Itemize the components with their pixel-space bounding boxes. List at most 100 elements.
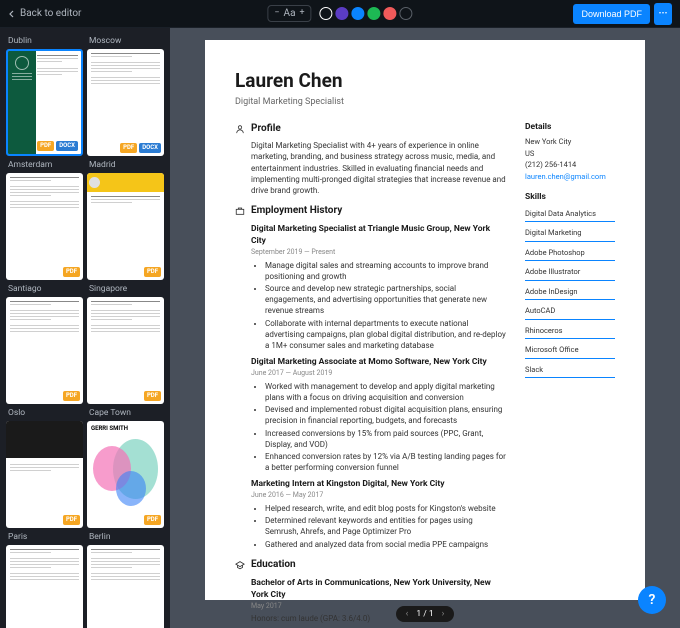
briefcase-icon — [235, 206, 245, 216]
more-actions-button[interactable]: ··· — [654, 3, 672, 25]
template-label: Oslo — [6, 408, 83, 418]
education-dates: May 2017 — [251, 602, 507, 612]
section-title-education: Education — [251, 558, 296, 572]
pdf-badge: PDF — [120, 143, 137, 153]
job-bullet: Increased conversions by 15% from paid s… — [265, 428, 507, 450]
job-bullet: Helped research, write, and edit blog po… — [265, 503, 507, 514]
detail-city: New York City — [525, 137, 615, 148]
job-dates: June 2017 — August 2019 — [251, 369, 507, 379]
color-swatch-red[interactable] — [384, 7, 397, 20]
template-label: Cape Town — [87, 408, 164, 418]
pdf-badge: PDF — [63, 391, 80, 401]
detail-country: US — [525, 149, 615, 160]
download-pdf-button[interactable]: Download PDF — [573, 4, 650, 24]
skill-item: Adobe Photoshop — [525, 248, 615, 262]
skills-header: Skills — [525, 192, 615, 204]
help-button[interactable]: ? — [638, 586, 666, 614]
template-label: Madrid — [87, 160, 164, 170]
pdf-badge: PDF — [144, 391, 161, 401]
resume-title: Digital Marketing Specialist — [235, 96, 615, 109]
back-label: Back to editor — [20, 8, 81, 19]
skill-item: Rhinoceros — [525, 326, 615, 340]
job-bullet: Devised and implemented robust digital a… — [265, 404, 507, 426]
pager-prev-button[interactable]: ‹ — [406, 609, 409, 619]
font-size-label: Aa — [284, 8, 296, 19]
template-label: Singapore — [87, 284, 164, 294]
docx-badge: DOCX — [139, 143, 161, 153]
template-label: Amsterdam — [6, 160, 83, 170]
preview-area[interactable]: Lauren Chen Digital Marketing Specialist… — [170, 28, 680, 628]
job-dates: September 2019 — Present — [251, 248, 507, 258]
section-title-profile: Profile — [251, 122, 281, 136]
pdf-badge: PDF — [63, 267, 80, 277]
chevron-left-icon — [8, 10, 16, 18]
job-title: Marketing Intern at Kingston Digital, Ne… — [251, 479, 507, 491]
pager: ‹ 1 / 1 › — [396, 606, 455, 622]
color-swatch-green[interactable] — [368, 7, 381, 20]
details-header: Details — [525, 122, 615, 134]
pager-text: 1 / 1 — [416, 609, 433, 619]
pdf-badge: PDF — [37, 141, 54, 151]
job-bullet: Enhanced conversion rates by 12% via A/B… — [265, 451, 507, 473]
color-swatch-white[interactable] — [320, 7, 333, 20]
job-bullet: Collaborate with internal departments to… — [265, 318, 507, 352]
template-thumb-berlin[interactable]: PDF — [87, 545, 164, 628]
docx-badge: DOCX — [56, 141, 78, 151]
pager-next-button[interactable]: › — [442, 609, 445, 619]
pdf-badge: PDF — [63, 515, 80, 525]
font-size-control: − Aa + — [267, 5, 311, 22]
template-thumb-paris[interactable]: PDF — [6, 545, 83, 628]
detail-email: lauren.chen@gmail.com — [525, 172, 615, 183]
topbar: Back to editor − Aa + Download PDF ··· — [0, 0, 680, 28]
topbar-center: − Aa + — [267, 5, 412, 22]
resume-page: Lauren Chen Digital Marketing Specialist… — [205, 40, 645, 600]
skill-item: AutoCAD — [525, 306, 615, 320]
skill-item: Digital Marketing — [525, 228, 615, 242]
skill-item: Adobe InDesign — [525, 287, 615, 301]
job-bullets: Manage digital sales and streaming accou… — [265, 260, 507, 352]
color-swatch-custom[interactable] — [400, 7, 413, 20]
template-thumb-amsterdam[interactable]: PDF — [6, 173, 83, 280]
job-bullets: Worked with management to develop and ap… — [265, 381, 507, 474]
template-thumb-singapore[interactable]: PDF — [87, 297, 164, 404]
job-title: Digital Marketing Specialist at Triangle… — [251, 224, 507, 248]
font-minus-button[interactable]: − — [274, 9, 279, 18]
pdf-badge: PDF — [144, 267, 161, 277]
font-plus-button[interactable]: + — [300, 9, 305, 18]
job-bullet: Worked with management to develop and ap… — [265, 381, 507, 403]
detail-phone: (212) 256-1414 — [525, 160, 615, 171]
job-bullet: Manage digital sales and streaming accou… — [265, 260, 507, 282]
template-label: Berlin — [87, 532, 164, 542]
back-to-editor-link[interactable]: Back to editor — [8, 8, 81, 19]
template-thumb-cape-town[interactable]: GERRI SMITHPDF — [87, 421, 164, 528]
profile-text: Digital Marketing Specialist with 4+ yea… — [251, 140, 507, 196]
section-title-employment: Employment History — [251, 204, 342, 218]
template-label: Santiago — [6, 284, 83, 294]
skill-item: Slack — [525, 365, 615, 379]
resume-name: Lauren Chen — [235, 68, 615, 95]
education-title: Bachelor of Arts in Communications, New … — [251, 578, 507, 602]
template-label: Moscow — [87, 36, 164, 46]
job-bullet: Source and develop new strategic partner… — [265, 283, 507, 317]
color-swatch-purple[interactable] — [336, 7, 349, 20]
education-honors: Honors: cum laude (GPA: 3.6/4.0) — [251, 613, 507, 624]
template-label: Paris — [6, 532, 83, 542]
job-dates: June 2016 — May 2017 — [251, 491, 507, 501]
skill-item: Digital Data Analytics — [525, 209, 615, 223]
skill-item: Adobe Illustrator — [525, 267, 615, 281]
template-thumb-dublin[interactable]: PDFDOCX — [6, 49, 83, 156]
template-sidebar[interactable]: DublinPDFDOCXMoscowPDFDOCXAmsterdamPDFMa… — [0, 28, 170, 628]
template-thumb-moscow[interactable]: PDFDOCX — [87, 49, 164, 156]
job-bullets: Helped research, write, and edit blog po… — [265, 503, 507, 550]
color-swatches — [320, 7, 413, 20]
template-thumb-santiago[interactable]: PDF — [6, 297, 83, 404]
education-icon — [235, 560, 245, 570]
job-bullet: Determined relevant keywords and entitie… — [265, 515, 507, 537]
template-label: Dublin — [6, 36, 83, 46]
job-bullet: Gathered and analyzed data from social m… — [265, 539, 507, 550]
job-title: Digital Marketing Associate at Momo Soft… — [251, 357, 507, 369]
template-thumb-madrid[interactable]: PDF — [87, 173, 164, 280]
color-swatch-blue[interactable] — [352, 7, 365, 20]
profile-icon — [235, 124, 245, 134]
template-thumb-oslo[interactable]: PDF — [6, 421, 83, 528]
